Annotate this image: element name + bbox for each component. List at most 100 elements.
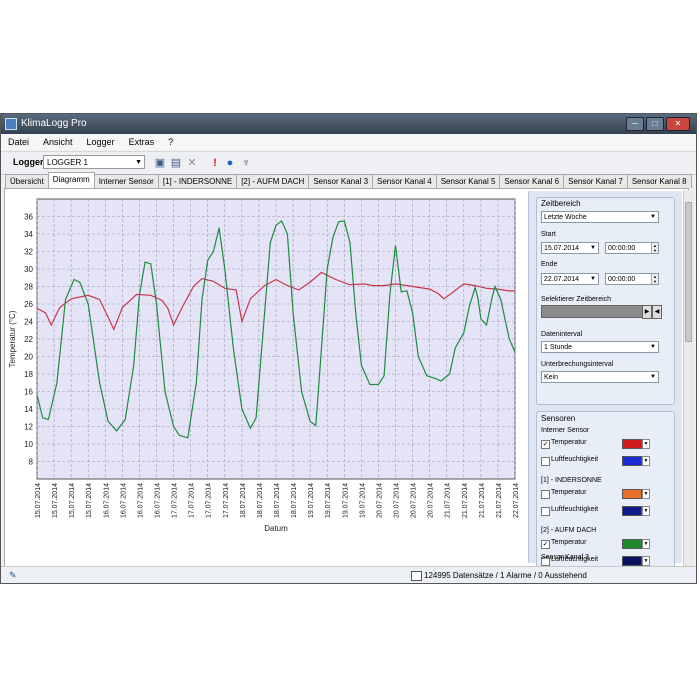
ende-date-picker[interactable]: 22.07.2014 ▼ [541,273,599,285]
color-swatch[interactable] [622,489,642,499]
x-tick-label: 20.07.2014 [394,483,401,518]
chevron-down-icon: ▼ [590,245,596,251]
menu-datei[interactable]: Datei [1,137,36,147]
title-bar[interactable]: KlimaLogg Pro ─ □ ✕ [1,114,696,134]
zeitbereich-select[interactable]: Letzte Woche ▼ [541,211,659,223]
tab-sensor-kanal-6[interactable]: Sensor Kanal 6 [499,174,565,188]
chevron-down-icon[interactable]: ▼ [642,556,650,566]
scrollbar-thumb[interactable] [685,202,692,342]
window-title: KlimaLogg Pro [21,118,87,129]
maximize-button[interactable]: □ [646,117,664,131]
chevron-down-icon[interactable]: ▼ [642,539,650,549]
chevron-down-icon[interactable]: ▼ [642,506,650,516]
start-time-value: 00:00:00 [608,245,636,252]
x-tick-label: 20.07.2014 [428,483,435,518]
x-tick-label: 15.07.2014 [35,483,42,518]
y-tick-label: 22 [24,335,33,344]
start-date-value: 15.07.2014 [544,245,580,252]
checkbox-temperatur-1[interactable] [541,490,550,499]
sensor-key-icon[interactable]: ♆ [239,156,253,170]
start-date-picker[interactable]: 15.07.2014 ▼ [541,242,599,254]
y-tick-label: 26 [24,300,33,309]
x-tick-label: 16.07.2014 [103,483,110,518]
y-tick-label: 30 [24,265,33,274]
selected-range-bar[interactable] [541,305,643,318]
x-tick-label: 21.07.2014 [496,483,503,518]
color-swatch[interactable] [622,439,642,449]
menu-help[interactable]: ? [161,137,180,147]
y-tick-label: 34 [24,230,33,239]
dateninterval-select[interactable]: 1 Stunde ▼ [541,341,659,353]
chevron-down-icon: ▼ [135,159,142,166]
menu-logger[interactable]: Logger [80,137,122,147]
tab-diagramm[interactable]: Diagramm [47,172,95,188]
x-tick-label: 19.07.2014 [359,483,366,518]
sensor-group-2-aufm-dach-label: [2] - AUFM DACH [541,527,597,534]
x-tick-label: 19.07.2014 [325,483,332,518]
spinner-arrows-icon[interactable]: ▲ ▼ [651,243,658,253]
app-window: KlimaLogg Pro ─ □ ✕ Datei Ansicht Logger… [0,113,697,584]
save-icon[interactable]: ▤ [169,156,183,170]
x-tick-label: 15.07.2014 [52,483,59,518]
color-swatch[interactable] [622,506,642,516]
x-tick-label: 17.07.2014 [172,483,179,518]
y-tick-label: 16 [24,388,33,397]
tab-sensor-kanal-7[interactable]: Sensor Kanal 7 [563,174,628,188]
color-swatch[interactable] [622,456,642,466]
dateninterval-value: 1 Stunde [544,344,573,351]
tab-aufm-dach[interactable]: [2] - AUFM DACH [236,174,310,188]
checkbox-temperatur-2[interactable]: ✓ [541,540,550,549]
alarm-exclamation-icon[interactable]: ! [208,156,222,170]
close-button[interactable]: ✕ [666,117,690,131]
chevron-down-icon[interactable]: ▼ [642,456,650,466]
x-tick-label: 18.07.2014 [291,483,298,518]
start-label: Start [541,231,556,238]
y-tick-label: 8 [29,458,34,467]
humidity-drop-icon[interactable]: ● [223,156,237,170]
color-swatch[interactable] [622,539,642,549]
menu-extras[interactable]: Extras [122,137,162,147]
checkbox-temperatur-0[interactable]: ✓ [541,440,550,449]
tab-sensor-kanal-5[interactable]: Sensor Kanal 5 [435,174,501,188]
checkbox-luftfeuchtigkeit-0[interactable] [541,457,550,466]
x-tick-label: 20.07.2014 [411,483,418,518]
x-tick-label: 19.07.2014 [308,483,315,518]
panel-scrollbar[interactable] [683,190,694,566]
tab-sensor-kanal-8[interactable]: Sensor Kanal 8 [626,174,692,188]
x-tick-label: 21.07.2014 [462,483,469,518]
unterbrechung-select[interactable]: Kein ▼ [541,371,659,383]
y-tick-label: 12 [24,423,33,432]
x-tick-label: 16.07.2014 [155,483,162,518]
y-tick-label: 10 [24,440,33,449]
checkbox-luftfeuchtigkeit-1[interactable] [541,507,550,516]
zeitbereich-title: Zeitbereich [541,199,581,208]
color-swatch[interactable] [622,556,642,566]
logger-label: Logger [13,157,44,167]
checkbox-label: Luftfeuchtigkeit [551,506,599,513]
open-folder-icon[interactable]: ▣ [153,156,167,170]
logger-select[interactable]: LOGGER 1 ▼ [43,155,145,169]
chevron-down-icon: ▼ [650,374,656,380]
tab-sensor-kanal-3[interactable]: Sensor Kanal 3 [308,174,374,188]
menu-bar: Datei Ansicht Logger Extras ? [1,134,696,150]
spinner-arrows-icon[interactable]: ▲ ▼ [651,274,658,284]
chevron-down-icon[interactable]: ▼ [642,439,650,449]
sensor-group-kanal-3-label: Sensor Kanal 3 [541,554,589,561]
ende-date-value: 22.07.2014 [544,276,580,283]
x-tick-label: 16.07.2014 [120,483,127,518]
temperature-chart[interactable]: 8 10 12 14 16 18 20 22 24 26 28 30 32 34 36 15.07.2014 1… [5,189,528,567]
menu-ansicht[interactable]: Ansicht [36,137,80,147]
start-time-spinner[interactable]: 00:00:00 ▲ ▼ [605,242,659,254]
range-right-arrow-icon[interactable]: ▶ [642,305,652,319]
x-tick-label: 18.07.2014 [274,483,281,518]
delete-x-icon[interactable]: ✕ [185,156,199,170]
tab-interner-sensor[interactable]: Interner Sensor [93,174,159,188]
minimize-button[interactable]: ─ [626,117,644,131]
ende-time-spinner[interactable]: 00:00:00 ▲ ▼ [605,273,659,285]
tab-uebersicht[interactable]: Übersicht [5,174,49,188]
tab-indersonne[interactable]: [1] - INDERSONNE [157,174,238,188]
tab-sensor-kanal-4[interactable]: Sensor Kanal 4 [372,174,437,188]
range-left-arrow-icon[interactable]: ◀ [652,305,662,319]
chevron-down-icon[interactable]: ▼ [642,489,650,499]
y-tick-label: 32 [24,248,33,257]
